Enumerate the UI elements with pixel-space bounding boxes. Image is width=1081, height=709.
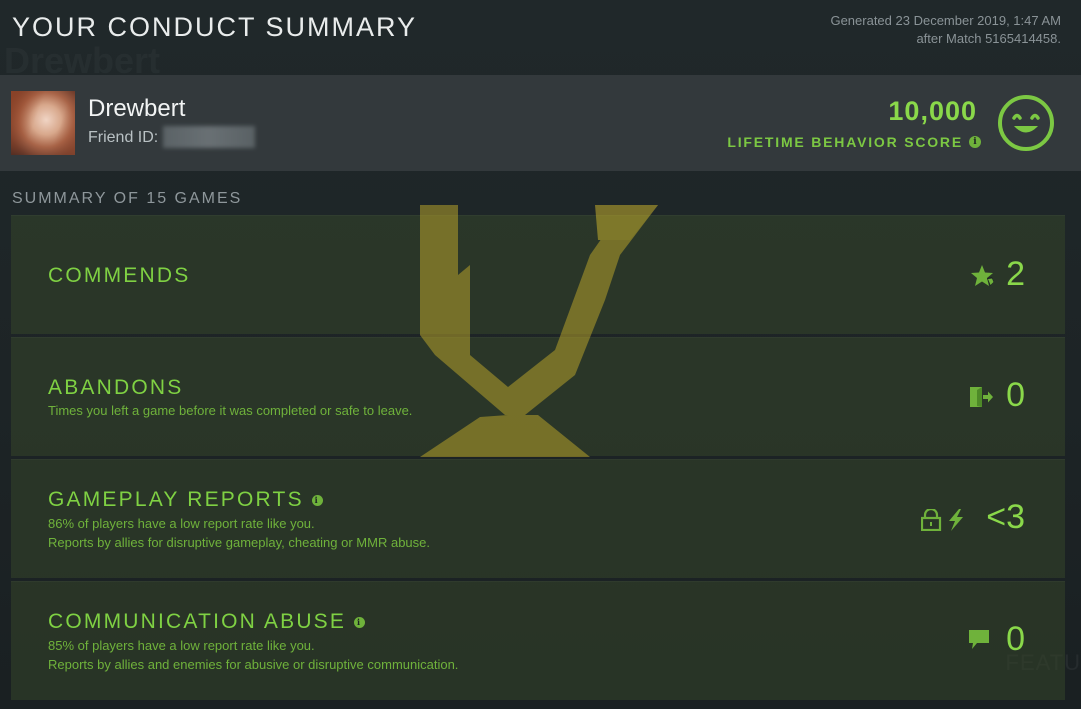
smiley-face-icon xyxy=(998,95,1054,151)
commend-star-icon xyxy=(971,265,994,286)
communication-abuse-title: COMMUNICATION ABUSE i xyxy=(48,610,366,634)
emblem-watermark xyxy=(420,205,658,457)
communication-abuse-rate: 85% of players have a low report rate li… xyxy=(48,638,315,653)
commends-title: COMMENDS xyxy=(48,264,191,287)
communication-abuse-detail: Reports by allies and enemies for abusiv… xyxy=(48,657,459,672)
abandons-title: ABANDONS xyxy=(48,376,184,399)
info-icon[interactable]: i xyxy=(311,495,323,506)
generated-match: after Match 5165414458. xyxy=(916,31,1061,46)
gameplay-reports-detail: Reports by allies for disruptive gamepla… xyxy=(48,535,430,550)
abandons-value: 0 xyxy=(1006,376,1025,414)
friend-id-label: Friend ID: xyxy=(88,129,159,146)
commends-value: 2 xyxy=(1006,255,1025,293)
generated-date: Generated 23 December 2019, 1:47 AM xyxy=(830,13,1061,28)
conduct-summary-page: Drewbert FEATU YOUR CONDUCT SUMMARY Gene… xyxy=(0,0,1081,709)
chat-bubble-icon xyxy=(969,630,989,649)
username: Drewbert xyxy=(88,95,186,122)
avatar[interactable] xyxy=(11,91,75,155)
gameplay-reports-title: GAMEPLAY REPORTS i xyxy=(48,488,323,512)
page-title: YOUR CONDUCT SUMMARY xyxy=(12,12,418,42)
communication-abuse-label: COMMUNICATION ABUSE xyxy=(48,610,347,633)
behavior-score-value: 10,000 xyxy=(888,96,977,126)
behavior-score-label: LIFETIME BEHAVIOR SCORE xyxy=(727,134,963,150)
generated-info: Generated 23 December 2019, 1:47 AM afte… xyxy=(830,12,1061,48)
abandons-description: Times you left a game before it was comp… xyxy=(48,403,413,418)
info-icon[interactable]: i xyxy=(354,617,366,628)
gameplay-reports-label: GAMEPLAY REPORTS xyxy=(48,488,304,511)
gameplay-reports-row: GAMEPLAY REPORTS i 86% of players have a … xyxy=(11,459,1065,578)
gameplay-reports-rate: 86% of players have a low report rate li… xyxy=(48,516,315,531)
friend-id-redacted xyxy=(163,126,255,148)
avatar-image xyxy=(11,91,75,155)
summary-heading: SUMMARY OF 15 GAMES xyxy=(12,190,243,207)
communication-abuse-description: 85% of players have a low report rate li… xyxy=(48,636,458,674)
exit-door-icon xyxy=(970,387,993,407)
gameplay-reports-value: <3 xyxy=(986,498,1025,536)
gameplay-reports-description: 86% of players have a low report rate li… xyxy=(48,514,430,552)
communication-abuse-row: COMMUNICATION ABUSE i 85% of players have… xyxy=(11,581,1065,700)
lock-lightning-icon xyxy=(921,509,963,531)
info-icon[interactable]: i xyxy=(969,136,981,148)
profile-bar: Drewbert Friend ID: 10,000 LIFETIME BEHA… xyxy=(0,75,1081,171)
communication-abuse-value: 0 xyxy=(1006,620,1025,658)
